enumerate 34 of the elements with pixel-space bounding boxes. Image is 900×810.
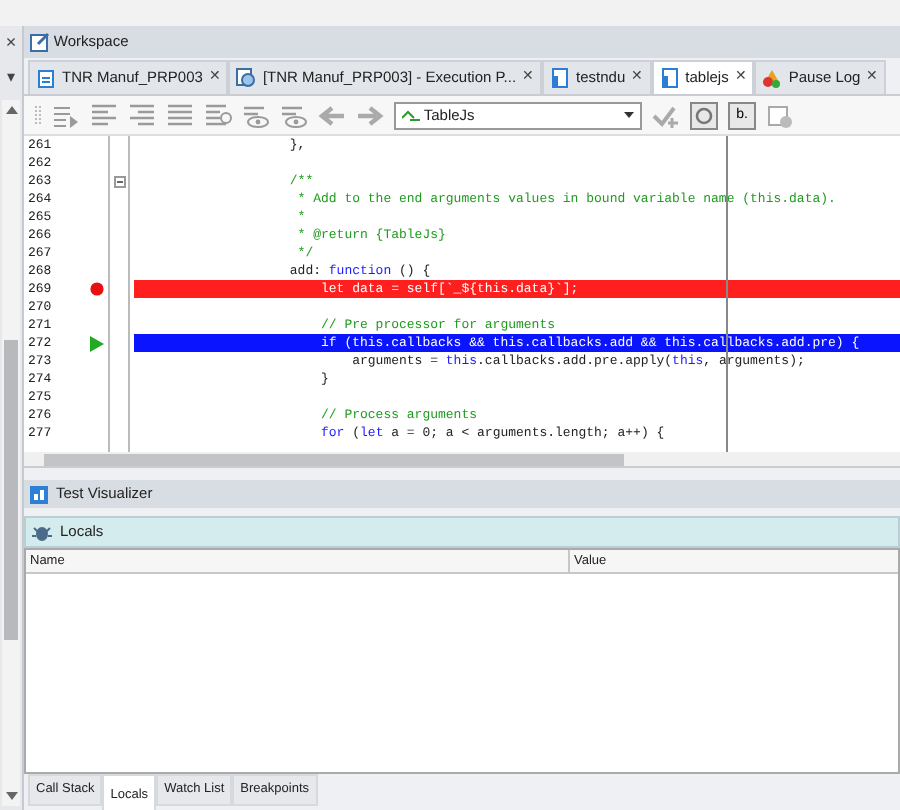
- script-icon: [402, 108, 420, 122]
- edit-icon: [30, 32, 50, 52]
- settings-icon[interactable]: [766, 103, 794, 127]
- collapse-icon[interactable]: [113, 175, 125, 187]
- breakpoint-icon[interactable]: [90, 282, 104, 296]
- document-icon: [550, 68, 571, 88]
- refresh-icon: [694, 105, 714, 125]
- document-icon: [236, 68, 257, 88]
- dropdown-button[interactable]: ▾: [0, 58, 22, 96]
- document-icon: [36, 68, 56, 88]
- eye-icon[interactable]: [242, 103, 270, 127]
- scrollbar[interactable]: [24, 452, 900, 468]
- scroll-down-icon[interactable]: [5, 792, 17, 803]
- eye-icon[interactable]: [280, 103, 308, 127]
- align-right-icon[interactable]: [128, 103, 156, 127]
- bug-icon: [32, 522, 52, 542]
- document-icon: [659, 68, 680, 88]
- justify-icon[interactable]: [166, 103, 194, 127]
- check-plus-icon[interactable]: [652, 103, 680, 127]
- warning-icon: [762, 68, 783, 88]
- scrollbar-thumb[interactable]: [4, 340, 18, 640]
- align-left-icon[interactable]: [90, 103, 118, 127]
- scrollbar[interactable]: [2, 100, 20, 806]
- back-arrow-icon[interactable]: [318, 103, 346, 127]
- caret-icon: [624, 112, 634, 118]
- visualizer-icon: [30, 485, 48, 503]
- scroll-up-icon[interactable]: [5, 103, 17, 114]
- indent-icon[interactable]: [204, 103, 232, 127]
- forward-arrow-icon[interactable]: [356, 103, 384, 127]
- refresh-button[interactable]: [690, 101, 718, 129]
- close-button[interactable]: ×: [0, 26, 22, 58]
- step-icon[interactable]: [52, 103, 80, 127]
- toolbar-grip[interactable]: [34, 103, 42, 127]
- scrollbar-thumb[interactable]: [44, 454, 624, 466]
